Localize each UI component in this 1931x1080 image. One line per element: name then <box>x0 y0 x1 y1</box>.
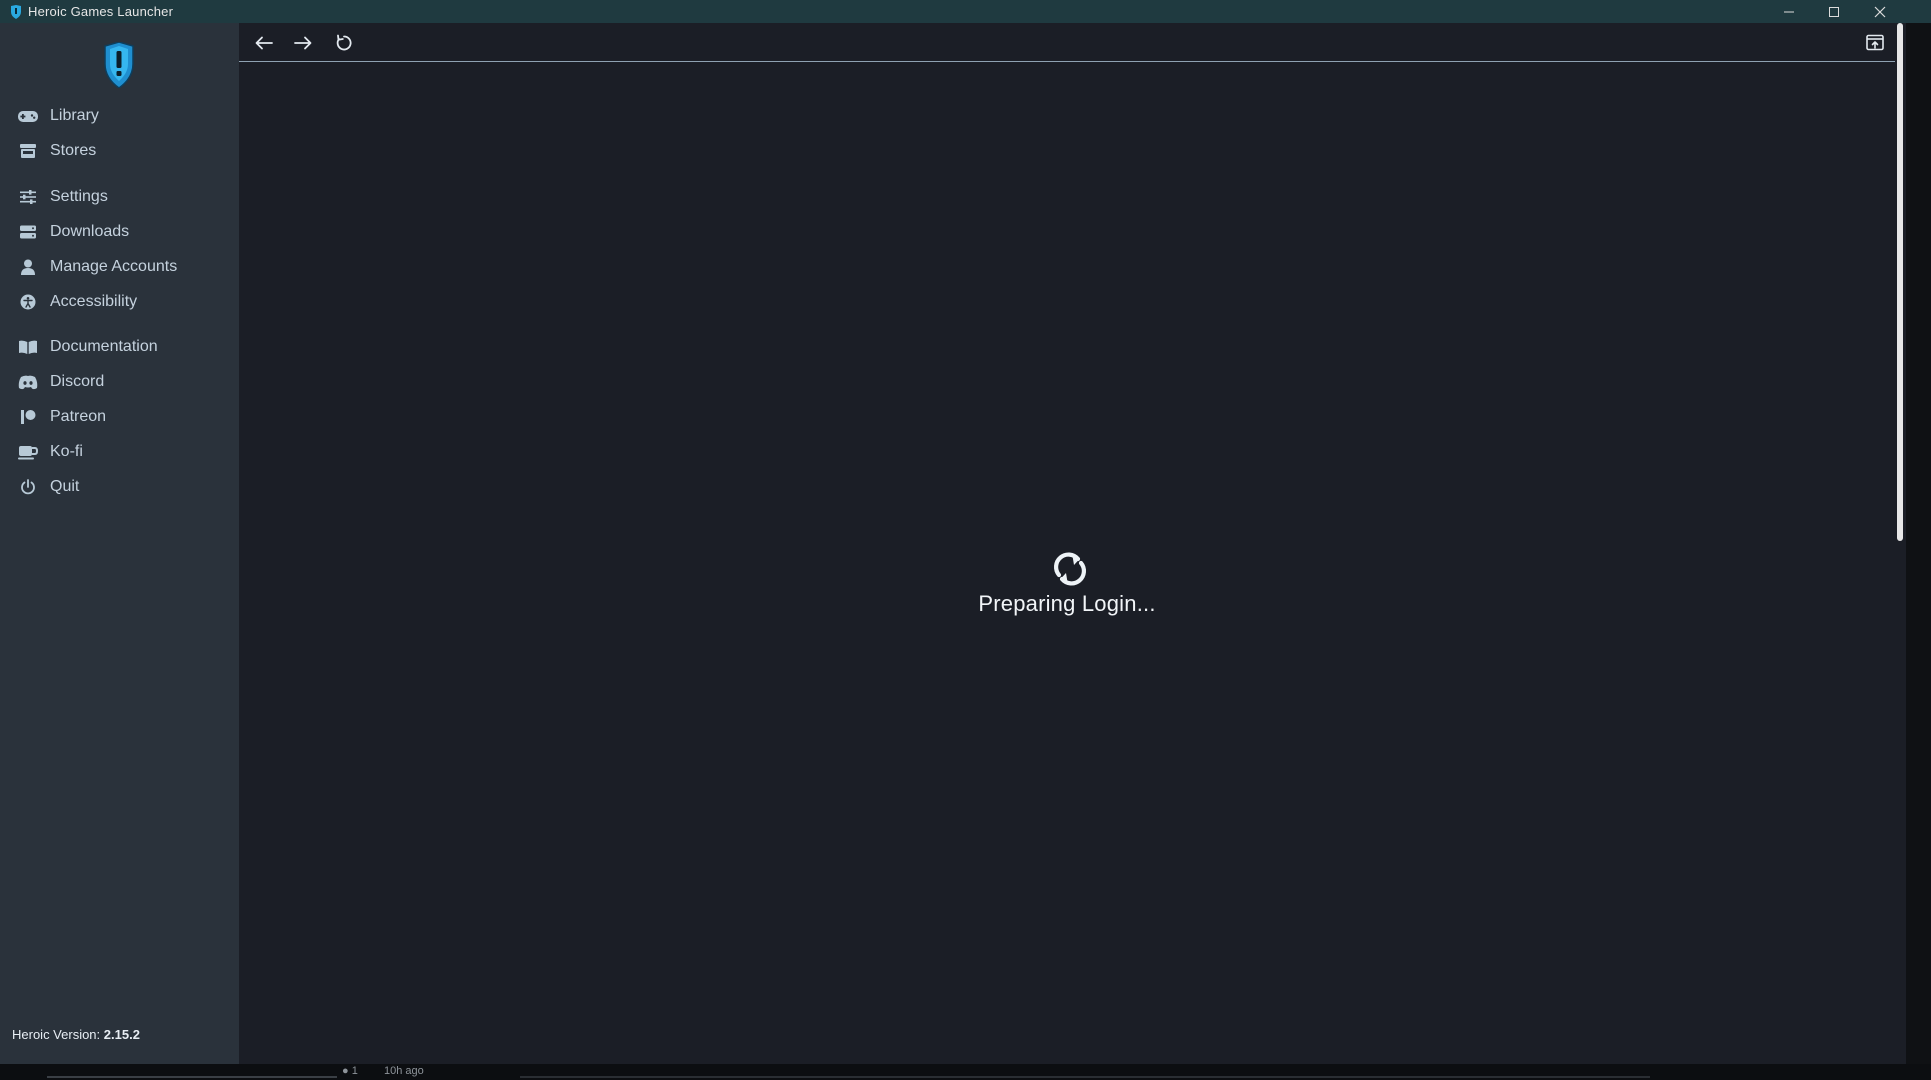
sidebar-item-label: Quit <box>50 478 80 495</box>
heroic-logo[interactable] <box>102 42 136 88</box>
window-title: Heroic Games Launcher <box>28 4 174 19</box>
version-info: Heroic Version: 2.15.2 <box>12 1027 140 1042</box>
close-icon <box>1874 6 1886 17</box>
discord-icon <box>18 373 38 391</box>
patreon-icon <box>18 408 38 426</box>
version-label: Heroic Version: <box>12 1027 101 1042</box>
loading-message: Preparing Login... <box>978 591 1156 616</box>
sidebar-item-settings[interactable]: Settings <box>18 182 108 212</box>
sidebar-item-downloads[interactable]: Downloads <box>18 217 129 247</box>
coffee-icon <box>18 443 38 461</box>
sidebar-item-quit[interactable]: Quit <box>18 472 79 502</box>
heroic-logo-icon <box>11 4 21 19</box>
taskbar-track <box>520 1076 1650 1078</box>
sidebar-item-label: Patreon <box>50 408 107 425</box>
window-titlebar: Heroic Games Launcher <box>0 0 1931 23</box>
login-loader: Preparing Login... <box>239 23 1895 1064</box>
accessibility-icon <box>18 293 38 311</box>
window-edge <box>1906 23 1931 1064</box>
sidebar-item-accessibility[interactable]: Accessibility <box>18 287 137 317</box>
gamepad-icon <box>18 107 38 125</box>
sidebar-item-label: Accessibility <box>50 293 138 310</box>
minimize-icon <box>1784 11 1794 12</box>
sidebar-item-label: Stores <box>50 142 97 159</box>
sidebar-item-label: Settings <box>50 188 108 205</box>
sidebar-item-label: Library <box>50 107 99 124</box>
sidebar-item-ko-fi[interactable]: Ko-fi <box>18 437 83 467</box>
sidebar-item-documentation[interactable]: Documentation <box>18 332 158 362</box>
sidebar-item-label: Documentation <box>50 338 158 355</box>
maximize-button[interactable] <box>1812 0 1856 23</box>
sliders-icon <box>18 188 38 206</box>
sidebar-item-library[interactable]: Library <box>18 101 99 131</box>
sidebar-item-patreon[interactable]: Patreon <box>18 402 106 432</box>
scrollbar-thumb[interactable] <box>1897 23 1903 541</box>
close-button[interactable] <box>1858 0 1902 23</box>
taskbar-count: ● 1 <box>342 1065 358 1077</box>
main-content: Preparing Login... <box>239 23 1906 1064</box>
maximize-icon <box>1829 6 1839 17</box>
sidebar-item-label: Ko-fi <box>50 443 83 460</box>
power-icon <box>18 478 38 496</box>
taskbar-time-ago: 10h ago <box>384 1065 424 1077</box>
sidebar-item-stores[interactable]: Stores <box>18 136 96 166</box>
book-icon <box>18 338 38 356</box>
minimize-button[interactable] <box>1767 0 1811 23</box>
taskbar-progress <box>47 1076 337 1078</box>
sync-spinner-icon <box>1053 552 1087 586</box>
sidebar-item-label: Discord <box>50 373 105 390</box>
taskbar-count-value: 1 <box>351 1065 358 1077</box>
taskbar-strip: ● 1 10h ago <box>0 1064 1931 1080</box>
downloads-icon <box>18 223 38 241</box>
sidebar-item-manage-accounts[interactable]: Manage Accounts <box>18 252 177 282</box>
sidebar-item-label: Manage Accounts <box>50 258 178 275</box>
sidebar: Library Stores Settings Downloads Manage… <box>0 23 239 1064</box>
sidebar-item-discord[interactable]: Discord <box>18 367 104 397</box>
store-icon <box>18 142 38 160</box>
sidebar-item-label: Downloads <box>50 223 130 240</box>
user-icon <box>18 258 38 276</box>
scrollbar[interactable] <box>1896 23 1906 1064</box>
version-value: 2.15.2 <box>103 1027 140 1042</box>
